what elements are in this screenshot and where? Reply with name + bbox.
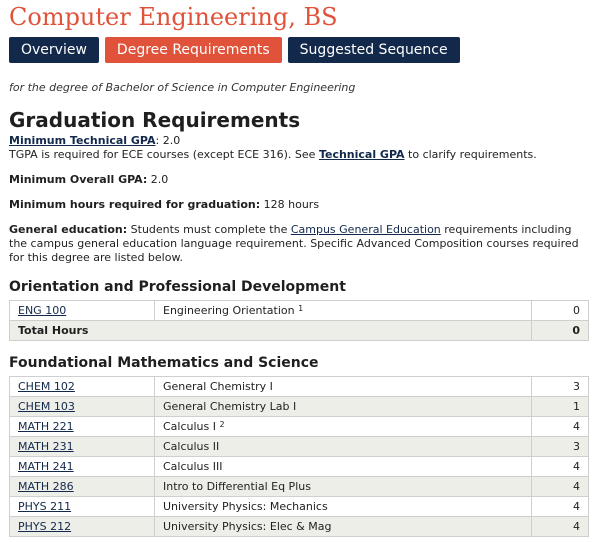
hours-value: 128 hours [260, 198, 319, 211]
course-title-cell: Calculus I 2 [155, 417, 532, 437]
course-title-cell: General Chemistry Lab I [155, 397, 532, 417]
foundational-heading: Foundational Mathematics and Science [9, 354, 591, 372]
course-title-cell: Engineering Orientation 1 [155, 301, 532, 321]
total-row: Total Hours 0 [10, 321, 589, 341]
course-title-cell: Calculus III [155, 457, 532, 477]
page-title: Computer Engineering, BS [9, 3, 591, 31]
hours-label: Minimum hours required for graduation: [9, 198, 260, 211]
course-code-cell: CHEM 102 [10, 377, 155, 397]
course-code-cell: ENG 100 [10, 301, 155, 321]
total-hours-label: Total Hours [10, 321, 532, 341]
overall-gpa-line: Minimum Overall GPA: 2.0 [9, 173, 591, 187]
course-code-cell: MATH 221 [10, 417, 155, 437]
graduation-requirements-heading: Graduation Requirements [9, 108, 591, 132]
table-row: MATH 241 Calculus III 4 [10, 457, 589, 477]
table-row: PHYS 211 University Physics: Mechanics 4 [10, 497, 589, 517]
course-link[interactable]: MATH 221 [18, 420, 74, 433]
course-hours-cell: 3 [532, 437, 589, 457]
course-title-cell: University Physics: Elec & Mag [155, 517, 532, 537]
course-code-cell: MATH 241 [10, 457, 155, 477]
course-link[interactable]: CHEM 103 [18, 400, 75, 413]
course-hours-cell: 4 [532, 517, 589, 537]
tab-bar: Overview Degree Requirements Suggested S… [9, 37, 591, 63]
footnote-marker: 1 [298, 304, 303, 313]
footnote-marker: 2 [220, 420, 225, 429]
main-content: Computer Engineering, BS Overview Degree… [9, 0, 591, 537]
course-title-cell: University Physics: Mechanics [155, 497, 532, 517]
technical-gpa-line: Minimum Technical GPA: 2.0 [9, 134, 591, 148]
orientation-heading: Orientation and Professional Development [9, 278, 591, 296]
gened-text: Students must complete the [127, 223, 291, 236]
overall-gpa-value: 2.0 [147, 173, 168, 186]
tab-degree-requirements[interactable]: Degree Requirements [105, 37, 282, 63]
course-hours-cell: 4 [532, 417, 589, 437]
tab-suggested-sequence[interactable]: Suggested Sequence [288, 37, 460, 63]
course-title-cell: Intro to Differential Eq Plus [155, 477, 532, 497]
degree-subtitle: for the degree of Bachelor of Science in… [9, 80, 591, 96]
table-row: MATH 221 Calculus I 2 4 [10, 417, 589, 437]
course-hours-cell: 0 [532, 301, 589, 321]
course-code-cell: PHYS 212 [10, 517, 155, 537]
tgpa-note: TGPA is required for ECE courses (except… [9, 148, 591, 162]
course-link[interactable]: ENG 100 [18, 304, 66, 317]
technical-gpa-link[interactable]: Minimum Technical GPA [9, 134, 156, 147]
course-title-cell: Calculus II [155, 437, 532, 457]
orientation-table: ENG 100 Engineering Orientation 1 0 Tota… [9, 300, 589, 341]
hours-line: Minimum hours required for graduation: 1… [9, 198, 591, 212]
campus-gen-ed-link[interactable]: Campus General Education [291, 223, 441, 236]
technical-gpa-inline-link[interactable]: Technical GPA [319, 148, 405, 161]
course-hours-cell: 1 [532, 397, 589, 417]
table-row: CHEM 103 General Chemistry Lab I 1 [10, 397, 589, 417]
course-code-cell: MATH 231 [10, 437, 155, 457]
table-row: MATH 286 Intro to Differential Eq Plus 4 [10, 477, 589, 497]
tab-overview[interactable]: Overview [9, 37, 99, 63]
course-link[interactable]: MATH 231 [18, 440, 74, 453]
course-link[interactable]: PHYS 211 [18, 500, 71, 513]
table-row: ENG 100 Engineering Orientation 1 0 [10, 301, 589, 321]
course-hours-cell: 3 [532, 377, 589, 397]
course-code-cell: MATH 286 [10, 477, 155, 497]
table-row: MATH 231 Calculus II 3 [10, 437, 589, 457]
foundational-table: CHEM 102 General Chemistry I 3 CHEM 103 … [9, 376, 589, 537]
general-education-paragraph: General education: Students must complet… [9, 223, 591, 265]
overall-gpa-label: Minimum Overall GPA: [9, 173, 147, 186]
table-row: CHEM 102 General Chemistry I 3 [10, 377, 589, 397]
technical-gpa-value: : 2.0 [156, 134, 181, 147]
table-row: PHYS 212 University Physics: Elec & Mag … [10, 517, 589, 537]
tgpa-text: TGPA is required for ECE courses (except… [9, 148, 319, 161]
course-code-cell: CHEM 103 [10, 397, 155, 417]
course-link[interactable]: MATH 286 [18, 480, 74, 493]
course-hours-cell: 4 [532, 477, 589, 497]
gened-label: General education: [9, 223, 127, 236]
course-hours-cell: 4 [532, 497, 589, 517]
course-link[interactable]: MATH 241 [18, 460, 74, 473]
course-hours-cell: 4 [532, 457, 589, 477]
total-hours-value: 0 [532, 321, 589, 341]
course-link[interactable]: PHYS 212 [18, 520, 71, 533]
course-title-cell: General Chemistry I [155, 377, 532, 397]
course-title: Calculus I [163, 420, 216, 433]
course-link[interactable]: CHEM 102 [18, 380, 75, 393]
course-title: Engineering Orientation [163, 304, 295, 317]
course-code-cell: PHYS 211 [10, 497, 155, 517]
tgpa-text-end: to clarify requirements. [405, 148, 537, 161]
